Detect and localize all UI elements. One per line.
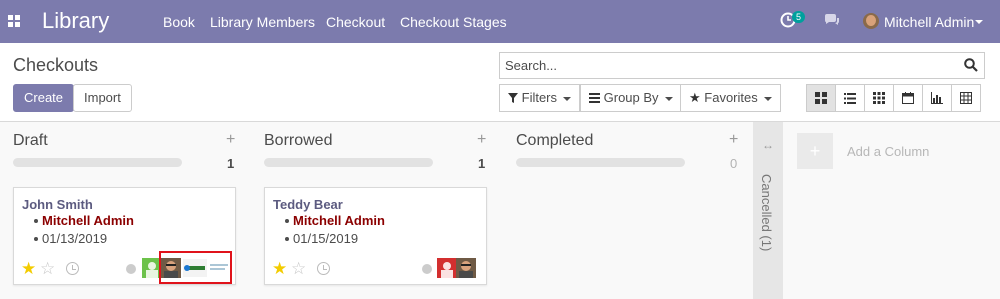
- card-user: Mitchell Admin: [293, 213, 385, 228]
- import-button[interactable]: Import: [73, 84, 132, 112]
- bullet: [285, 219, 289, 223]
- chevron-down-icon: [664, 96, 673, 101]
- kanban-card[interactable]: Teddy Bear Mitchell Admin 01/15/2019 ★ ☆: [264, 187, 487, 285]
- user-avatar[interactable]: [863, 13, 879, 29]
- kanban-icon: [815, 92, 827, 104]
- view-switcher: [806, 84, 981, 112]
- favorites-button[interactable]: ★ Favorites: [680, 84, 781, 112]
- pivot-view-button[interactable]: [951, 84, 981, 112]
- card-date: 01/15/2019: [293, 231, 359, 246]
- expand-arrows-icon[interactable]: ↔: [761, 138, 775, 152]
- menu-checkout[interactable]: Checkout: [326, 14, 385, 30]
- control-panel: Checkouts Create Import Filters Group By…: [0, 43, 1000, 122]
- card-title: Teddy Bear: [273, 197, 343, 212]
- list-icon: [844, 92, 856, 104]
- kanban-state-dot[interactable]: [126, 264, 136, 274]
- bullet: [34, 237, 38, 241]
- card-date: 01/13/2019: [42, 231, 108, 246]
- activity-clock-icon[interactable]: [66, 262, 79, 275]
- user-menu-caret-icon[interactable]: [975, 20, 983, 24]
- quick-create-plus-icon[interactable]: +: [477, 131, 486, 149]
- folded-column-cancelled[interactable]: ↔ Cancelled (1): [753, 122, 783, 299]
- graph-icon: [931, 92, 943, 104]
- kanban-state-dot[interactable]: [422, 264, 432, 274]
- activity-count-badge: 5: [792, 11, 806, 23]
- graph-view-button[interactable]: [922, 84, 952, 112]
- favorites-label: Favorites: [704, 90, 758, 105]
- search-box[interactable]: [499, 52, 985, 79]
- column-count: 0: [730, 156, 738, 171]
- highlight-box: [159, 251, 232, 284]
- menu-library-members[interactable]: Library Members: [210, 14, 315, 30]
- column-progress-bar: [13, 158, 182, 167]
- star-icon[interactable]: ★: [21, 260, 36, 277]
- apps-menu-icon[interactable]: [8, 15, 20, 27]
- add-column-label[interactable]: Add a Column: [847, 144, 929, 159]
- app-title[interactable]: Library: [42, 8, 109, 34]
- card-title: John Smith: [22, 197, 93, 212]
- calendar-icon: [902, 92, 914, 104]
- chevron-down-icon: [563, 96, 572, 101]
- top-navbar: Library Book Library Members Checkout Ch…: [0, 0, 1000, 43]
- bars-icon: [589, 93, 600, 103]
- column-title-completed: Completed: [516, 132, 594, 149]
- column-title-draft: Draft: [13, 132, 48, 149]
- bullet: [34, 219, 38, 223]
- attachment-thumbnail: [456, 258, 476, 278]
- filters-label: Filters: [521, 90, 558, 105]
- calendar-view-button[interactable]: [893, 84, 923, 112]
- search-input[interactable]: [500, 53, 940, 78]
- plus-icon: +: [809, 140, 821, 161]
- column-count: 1: [478, 156, 486, 171]
- folded-column-title: Cancelled (1): [759, 174, 774, 252]
- column-progress-bar: [516, 158, 685, 167]
- user-menu-name[interactable]: Mitchell Admin: [884, 14, 974, 30]
- chat-icon[interactable]: [824, 14, 840, 28]
- card-user: Mitchell Admin: [42, 213, 134, 228]
- grid-icon: [873, 92, 885, 104]
- bullet: [285, 237, 289, 241]
- group-by-label: Group By: [603, 90, 659, 105]
- quick-create-plus-icon[interactable]: +: [226, 131, 235, 149]
- chevron-down-icon: [763, 96, 772, 101]
- list-view-button[interactable]: [835, 84, 865, 112]
- create-button[interactable]: Create: [13, 84, 75, 112]
- column-progress-bar: [264, 158, 433, 167]
- kanban-card[interactable]: John Smith Mitchell Admin 01/13/2019 ★ ☆: [13, 187, 236, 285]
- menu-checkout-stages[interactable]: Checkout Stages: [400, 14, 507, 30]
- menu-book[interactable]: Book: [163, 14, 195, 30]
- star-outline-icon[interactable]: ☆: [40, 260, 55, 277]
- group-by-button[interactable]: Group By: [580, 84, 682, 112]
- filter-icon: [508, 93, 518, 103]
- pivot-icon: [960, 92, 972, 104]
- activity-clock-icon[interactable]: [317, 262, 330, 275]
- quick-create-plus-icon[interactable]: +: [729, 131, 738, 149]
- breadcrumb: Checkouts: [13, 55, 99, 75]
- attachment-thumbnail: [437, 258, 457, 278]
- star-icon[interactable]: ★: [272, 260, 287, 277]
- filters-button[interactable]: Filters: [499, 84, 581, 112]
- kanban-view-button[interactable]: [806, 84, 836, 112]
- column-count: 1: [227, 156, 235, 171]
- column-title-borrowed: Borrowed: [264, 132, 333, 149]
- star-outline-icon[interactable]: ☆: [291, 260, 306, 277]
- star-icon: ★: [689, 90, 701, 105]
- add-column-button[interactable]: +: [797, 133, 833, 169]
- grid-view-button[interactable]: [864, 84, 894, 112]
- search-icon[interactable]: [964, 58, 978, 72]
